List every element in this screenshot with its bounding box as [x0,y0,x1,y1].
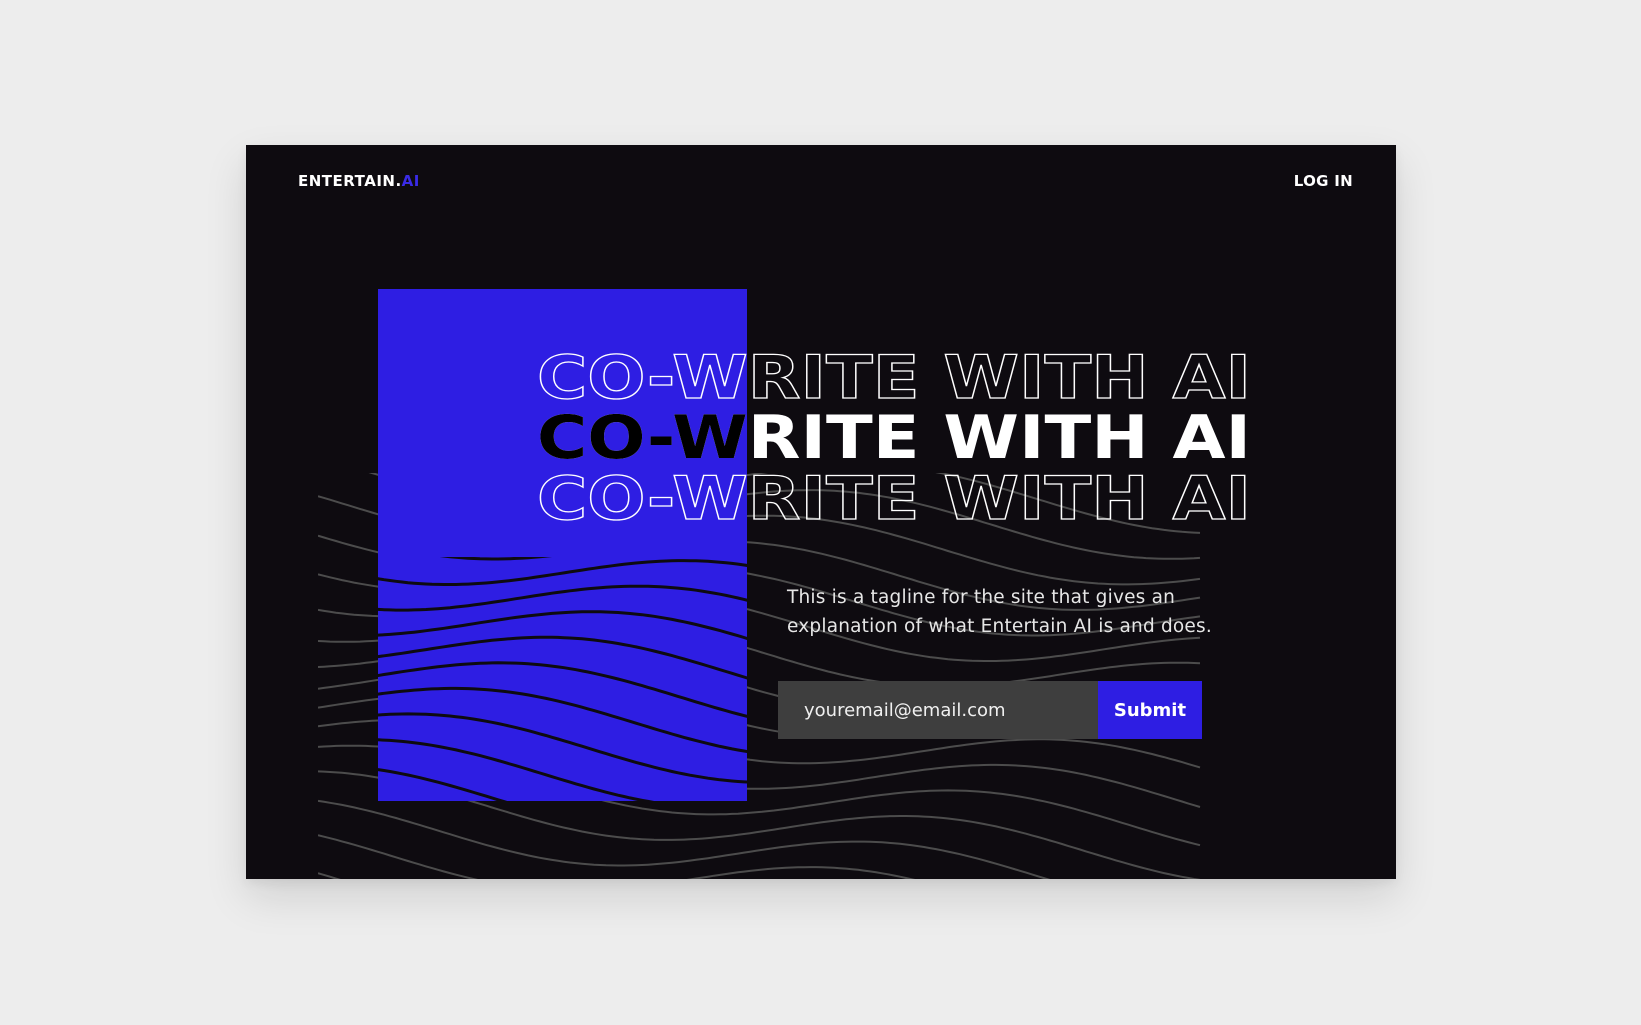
landing-page-frame: CO-WRITE WITH AI CO-WRITE WITH AI CO-WRI… [246,145,1396,879]
email-field[interactable] [778,681,1098,739]
panel-wave-line [318,864,1200,879]
wave-line [318,834,1201,879]
headline-outline-bottom: CO-WRITE WITH AI [537,464,1251,534]
brand-logo[interactable]: ENTERTAIN.AI [298,172,420,190]
submit-button[interactable]: Submit [1098,681,1202,739]
hero-tagline: This is a tagline for the site that give… [787,587,1212,637]
login-link[interactable]: LOG IN [1294,172,1353,190]
logo-text: ENTERTAIN. [298,172,402,190]
email-signup-form: Submit [778,681,1202,739]
hero-artwork: CO-WRITE WITH AI CO-WRITE WITH AI CO-WRI… [318,289,1252,879]
logo-accent-text: AI [401,172,420,190]
